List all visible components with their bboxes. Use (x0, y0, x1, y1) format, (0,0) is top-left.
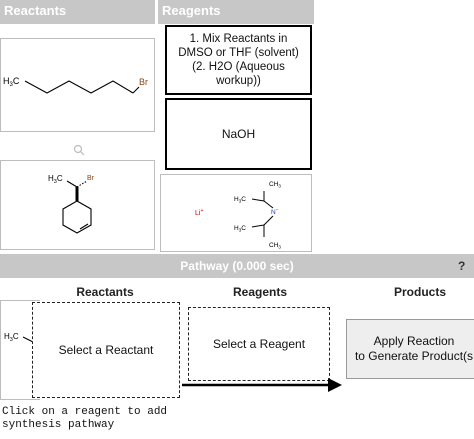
reagent-3-structure: Li+ CH3 H3C N− H3C CH3 (195, 181, 281, 250)
svg-text:H3C: H3C (48, 174, 63, 185)
select-reactant-label: Select a Reactant (58, 343, 154, 357)
svg-text:H3C: H3C (234, 196, 246, 204)
reagent-1-line-3: (2. H2O (Aqueous (192, 61, 285, 73)
reagent-2-card[interactable]: NaOH (165, 98, 312, 170)
select-reagent-slot[interactable]: Select a Reagent (188, 307, 330, 381)
apply-reaction-line-2: to Generate Product(s (354, 349, 474, 363)
reagent-1-line-2: DMSO or THF (solvent) (178, 47, 299, 59)
reagent-2-label: NaOH (221, 127, 256, 141)
svg-text:Br: Br (87, 175, 95, 182)
svg-text:CH3: CH3 (269, 242, 281, 250)
reactant-2-card[interactable]: H3C Br (0, 160, 155, 250)
svg-text:CH3: CH3 (269, 181, 281, 189)
pathway-col-reactants: Reactants (76, 285, 134, 299)
pathway-arrow (182, 378, 342, 392)
reactants-header: Reactants (0, 0, 155, 24)
svg-text:Li+: Li+ (195, 208, 203, 217)
apply-reaction-line-1: Apply Reaction (373, 334, 455, 348)
pathway-header: Pathway (0.000 sec) ? (0, 254, 474, 278)
pathway-title: Pathway (0.000 sec) (180, 259, 294, 273)
svg-text:H3C: H3C (234, 225, 246, 233)
reagents-header-title: Reagents (162, 3, 221, 18)
reactant-1-structure: H3C Br (3, 76, 148, 94)
select-reactant-slot[interactable]: Select a Reactant (32, 302, 180, 398)
pathway-hint: Click on a reagent to add synthesis path… (2, 406, 172, 432)
select-reagent-label: Select a Reagent (212, 337, 306, 351)
svg-text:Br: Br (139, 77, 148, 87)
apply-reaction-button[interactable]: Apply Reaction to Generate Product(s (346, 319, 474, 379)
pathway-hint-line-1: Click on a reagent to add (2, 406, 168, 418)
reagents-header: Reagents (158, 0, 314, 24)
svg-text:H3C: H3C (4, 332, 19, 343)
reactant-1-card[interactable]: H3C Br (0, 38, 155, 132)
reagent-1-line-4: workup)) (216, 75, 261, 87)
svg-text:N−: N− (271, 207, 279, 216)
search-icon[interactable] (73, 143, 85, 156)
reagent-1-card[interactable]: 1. Mix Reactants in DMSO or THF (solvent… (165, 25, 312, 95)
pathway-col-reagents: Reagents (232, 285, 288, 299)
svg-text:H3C: H3C (3, 76, 20, 88)
reagent-3-card[interactable]: Li+ CH3 H3C N− H3C CH3 (160, 174, 312, 252)
reactants-header-title: Reactants (4, 3, 67, 18)
help-button[interactable]: ? (458, 254, 472, 278)
pathway-col-products: Products (393, 285, 446, 299)
pathway-hint-line-2: synthesis pathway (2, 419, 115, 431)
reagent-1-line-1: 1. Mix Reactants in (189, 33, 288, 45)
reactant-2-structure: H3C Br (48, 174, 95, 234)
